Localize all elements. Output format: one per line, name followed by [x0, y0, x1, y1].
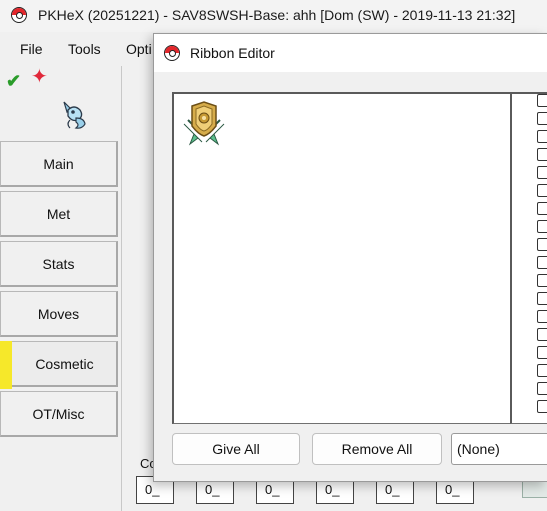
checkmark-icon[interactable]: ✔	[6, 72, 21, 90]
ribbon-checkbox[interactable]	[537, 328, 547, 341]
pokeball-icon	[164, 45, 180, 61]
tab-moves[interactable]: Moves	[0, 291, 118, 337]
main-divider	[121, 66, 122, 511]
pokemon-sprite-icon	[63, 101, 86, 129]
menu-tools[interactable]: Tools	[68, 41, 101, 57]
ribbon-checkbox[interactable]	[537, 130, 547, 143]
tab-met[interactable]: Met	[0, 191, 118, 237]
menu-options[interactable]: Opti	[126, 41, 152, 57]
give-all-button[interactable]: Give All	[172, 433, 300, 465]
main-title-bar: PKHeX (20251221) - SAV8SWSH-Base: ahh [D…	[0, 0, 547, 32]
window-title: PKHeX (20251221) - SAV8SWSH-Base: ahh [D…	[38, 7, 516, 23]
dialog-title-bar: Ribbon Editor	[154, 34, 547, 72]
menu-file[interactable]: File	[20, 41, 43, 57]
ribbon-checkbox[interactable]	[537, 166, 547, 179]
ribbon-checkbox[interactable]	[537, 400, 547, 413]
tab-cosmetic-label: Cosmetic	[35, 356, 94, 372]
remove-all-button[interactable]: Remove All	[312, 433, 442, 465]
ribbon-checkbox[interactable]	[537, 184, 547, 197]
ribbon-checkbox[interactable]	[537, 310, 547, 323]
tab-cosmetic[interactable]: Cosmetic	[0, 341, 118, 387]
ribbon-checkbox[interactable]	[537, 220, 547, 233]
ribbon-checkbox[interactable]	[537, 238, 547, 251]
ribbon-checkbox[interactable]	[537, 94, 547, 107]
ribbon-checkbox[interactable]	[537, 364, 547, 377]
ribbon-filter-select[interactable]: (None)	[451, 433, 547, 465]
ribbon-checkbox[interactable]	[537, 148, 547, 161]
ribbon-checkbox[interactable]	[537, 346, 547, 359]
ribbon-list-panel	[172, 92, 511, 424]
ribbon-checkbox[interactable]	[537, 202, 547, 215]
tab-stats[interactable]: Stats	[0, 241, 118, 287]
ribbon-checkbox-panel	[510, 92, 547, 424]
ribbon-checkbox[interactable]	[537, 274, 547, 287]
ribbon-checkbox[interactable]	[537, 382, 547, 395]
ribbon-editor-dialog: Ribbon Editor Give All Remove All (None)	[153, 33, 547, 482]
ribbon-checkbox[interactable]	[537, 256, 547, 269]
tab-main[interactable]: Main	[0, 141, 118, 187]
pokeball-icon	[11, 7, 27, 23]
tab-ot-misc[interactable]: OT/Misc	[0, 391, 118, 437]
ribbon-checkbox[interactable]	[537, 112, 547, 125]
active-tab-indicator	[0, 341, 12, 389]
sparkle-icon[interactable]: ✦	[31, 67, 48, 87]
ribbon-badge-icon[interactable]	[180, 100, 228, 148]
dialog-title: Ribbon Editor	[190, 45, 275, 61]
ribbon-checkbox[interactable]	[537, 292, 547, 305]
